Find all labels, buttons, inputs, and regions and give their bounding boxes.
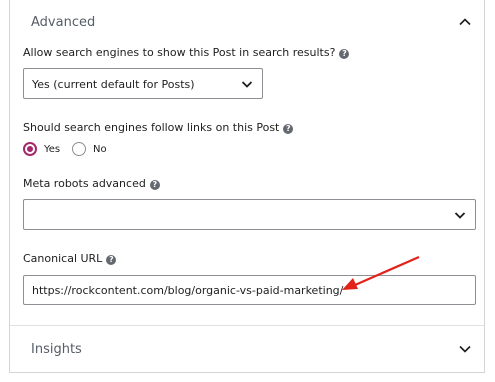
follow-links-label-text: Should search engines follow links on th… [23,121,280,134]
follow-links-label: Should search engines follow links on th… [23,121,294,134]
canonical-url-value: https://rockcontent.com/blog/organic-vs-… [32,284,344,297]
chevron-down-icon [454,212,466,219]
chevron-up-icon[interactable] [457,14,473,30]
chevron-down-icon[interactable] [457,341,473,357]
search-results-select-value: Yes (current default for Posts) [32,78,195,91]
section-divider [10,325,484,326]
advanced-section-title[interactable]: Advanced [31,15,95,30]
yoast-seo-panel: Advanced Allow search engines to show th… [9,0,485,373]
follow-yes-radio[interactable] [23,142,37,156]
follow-no-label[interactable]: No [93,144,107,155]
chevron-down-icon [241,81,253,88]
meta-robots-select[interactable] [23,199,476,230]
help-icon[interactable]: ? [106,255,117,265]
meta-robots-label-text: Meta robots advanced [23,177,146,190]
follow-no-radio[interactable] [72,142,86,156]
follow-yes-label[interactable]: Yes [44,144,60,155]
canonical-url-label: Canonical URL? [23,252,117,265]
search-results-label: Allow search engines to show this Post i… [23,46,350,59]
annotation-arrow [342,255,420,290]
help-icon[interactable]: ? [339,49,350,59]
help-icon[interactable]: ? [149,180,160,190]
insights-section-title[interactable]: Insights [31,342,82,357]
meta-robots-label: Meta robots advanced? [23,177,160,190]
search-results-select[interactable]: Yes (current default for Posts) [23,68,263,99]
search-results-label-text: Allow search engines to show this Post i… [23,46,336,59]
help-icon[interactable]: ? [283,124,294,134]
canonical-url-label-text: Canonical URL [23,252,103,265]
